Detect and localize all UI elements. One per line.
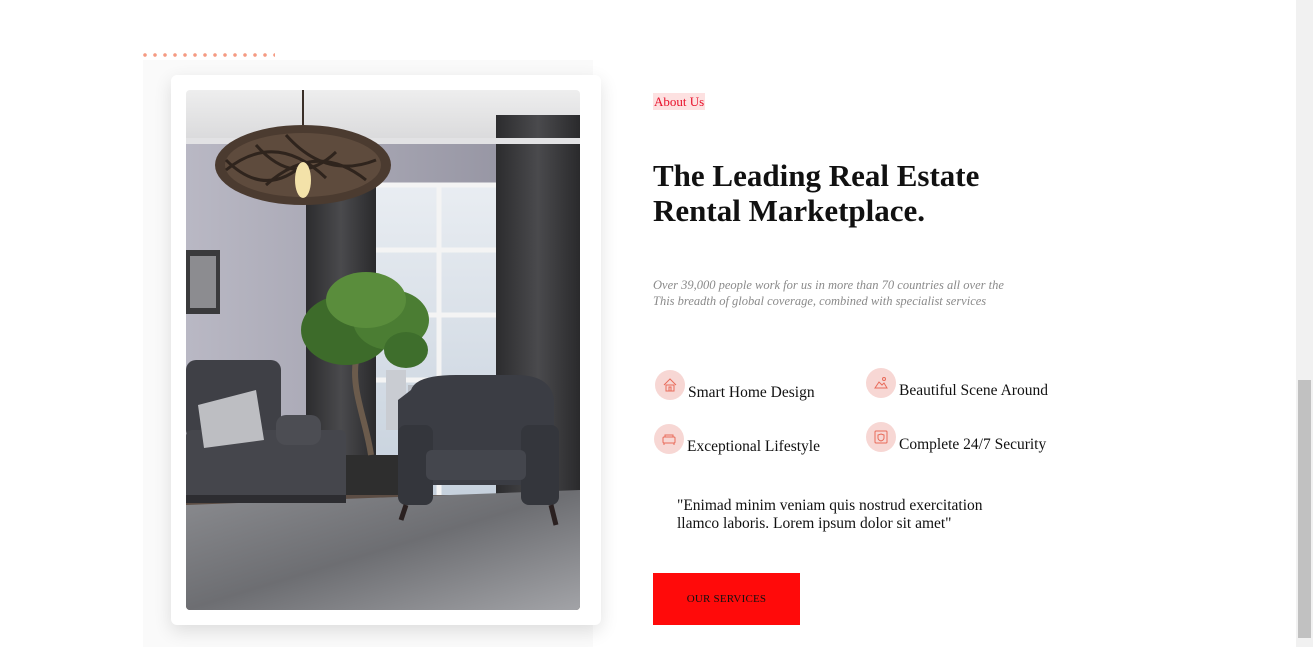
section-tagline: About Us [653, 93, 706, 110]
description-line: This breadth of global coverage, combine… [653, 294, 987, 308]
feature-security: Complete 24/7 Security [866, 422, 1046, 454]
page-scrollbar[interactable] [1296, 0, 1313, 647]
scrollbar-thumb[interactable] [1298, 380, 1311, 638]
section-heading: The Leading Real Estate Rental Marketpla… [653, 158, 1053, 228]
quote-line: "Enimad minim veniam quis nostrud exerci… [677, 497, 983, 514]
feature-label: Complete 24/7 Security [899, 436, 1047, 453]
security-icon [866, 422, 896, 452]
quote-line: llamco laboris. Lorem ipsum dolor sit am… [677, 515, 952, 532]
our-services-button[interactable]: OUR SERVICES [653, 573, 800, 625]
heading-line: Rental Marketplace. [653, 193, 926, 228]
living-room-photo [186, 90, 580, 610]
feature-label: Smart Home Design [688, 384, 815, 401]
heading-line: The Leading Real Estate [653, 158, 980, 193]
smart-home-icon [655, 370, 685, 400]
feature-smart-home: Smart Home Design [655, 370, 815, 402]
testimonial-quote: "Enimad minim veniam quis nostrud exerci… [677, 497, 1017, 533]
feature-scene: Beautiful Scene Around [866, 368, 1048, 400]
lifestyle-icon [654, 424, 684, 454]
feature-label: Beautiful Scene Around [899, 382, 1048, 399]
about-section: About Us The Leading Real Estate Rental … [0, 0, 1313, 647]
feature-label: Exceptional Lifestyle [687, 438, 820, 455]
description-line: Over 39,000 people work for us in more t… [653, 278, 1004, 292]
scene-icon [866, 368, 896, 398]
section-description: Over 39,000 people work for us in more t… [653, 277, 1073, 309]
feature-lifestyle: Exceptional Lifestyle [654, 424, 820, 456]
